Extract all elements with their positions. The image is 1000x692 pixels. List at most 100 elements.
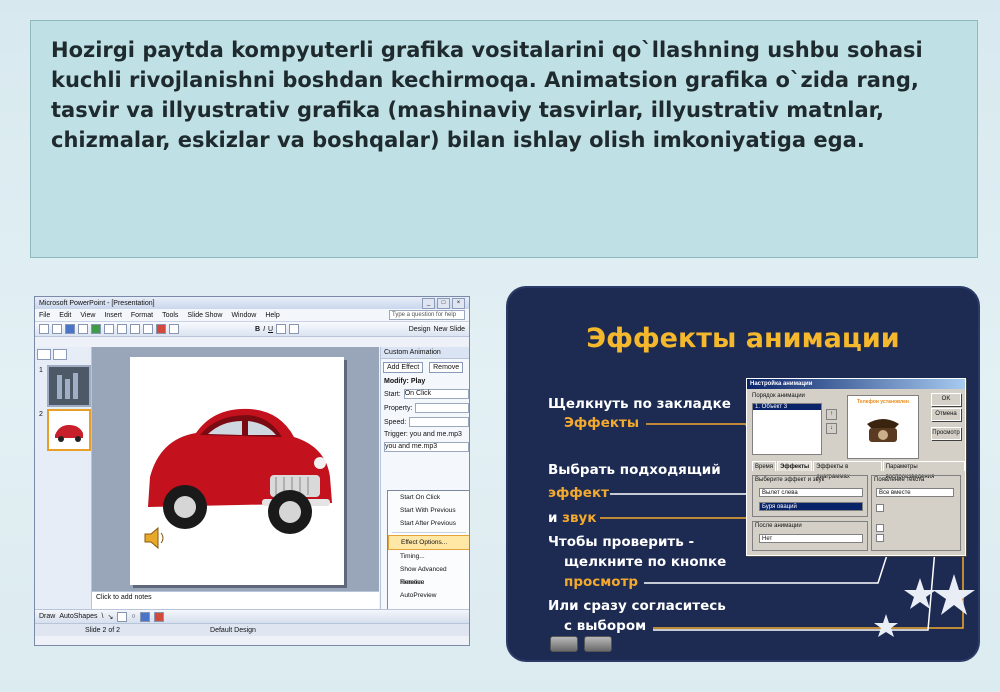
maximize-icon[interactable]: □ xyxy=(437,297,450,309)
text-box: Hozirgi paytda kompyuterli grafika vosit… xyxy=(30,20,978,258)
main-paragraph: Hozirgi paytda kompyuterli grafika vosit… xyxy=(51,38,923,152)
design-button[interactable]: Design xyxy=(409,326,431,333)
start-select[interactable]: On Click xyxy=(403,389,469,399)
tab-chart-effects[interactable]: Эффекты в диаграммах xyxy=(813,461,882,480)
draw-menu[interactable]: Draw xyxy=(39,613,55,620)
add-effect-button[interactable]: Add Effect xyxy=(383,362,424,373)
effect-group-label: Выберите эффект и звук xyxy=(755,477,825,483)
next-slide-button[interactable] xyxy=(584,636,612,652)
align-icon[interactable] xyxy=(276,324,287,334)
menu-item-start-on-click[interactable]: Start On Click xyxy=(388,491,469,504)
ok-button[interactable]: OK xyxy=(931,393,961,406)
animation-order-list[interactable]: 1. Объект 3 xyxy=(752,403,822,455)
menu-item-effect-options[interactable]: Effect Options... xyxy=(388,535,469,550)
save-icon[interactable] xyxy=(65,324,75,334)
menu-insert[interactable]: Insert xyxy=(104,312,122,319)
list-item[interactable]: 1. Объект 3 xyxy=(753,404,821,410)
text-select[interactable]: Все вместе xyxy=(876,488,954,497)
underline-icon[interactable]: U xyxy=(268,326,273,333)
cut-icon[interactable] xyxy=(104,324,114,334)
move-up-icon[interactable]: ↑ xyxy=(826,409,837,420)
telephone-icon xyxy=(867,419,899,442)
spelling-icon[interactable] xyxy=(91,324,101,334)
text-checkbox[interactable] xyxy=(876,504,884,512)
standard-toolbar: B I U Design New Slide xyxy=(35,322,469,337)
font-color-icon[interactable] xyxy=(153,611,164,622)
window-title: Microsoft PowerPoint - [Presentation] xyxy=(39,299,155,307)
task-pane-title: Custom Animation xyxy=(381,347,469,359)
tab-time[interactable]: Время xyxy=(752,461,777,471)
animation-item[interactable]: you and me.mp3 xyxy=(384,442,469,452)
stars-decoration xyxy=(874,574,975,637)
tab-slides[interactable] xyxy=(53,349,67,360)
menu-view[interactable]: View xyxy=(80,312,95,319)
powerpoint-screenshot: Microsoft PowerPoint - [Presentation] _ … xyxy=(34,296,470,646)
menu-format[interactable]: Format xyxy=(131,312,153,319)
cancel-button[interactable]: Отмена xyxy=(931,408,961,421)
copy-icon[interactable] xyxy=(117,324,127,334)
notes-pane[interactable]: Click to add notes xyxy=(92,591,379,609)
animation-settings-dialog: Настройка анимации Порядок анимации 1. О… xyxy=(746,378,966,556)
move-down-icon[interactable]: ↓ xyxy=(826,423,837,434)
menu-edit[interactable]: Edit xyxy=(59,312,71,319)
print-icon[interactable] xyxy=(78,324,88,334)
property-label: Property: xyxy=(384,404,413,412)
current-slide[interactable] xyxy=(130,357,344,585)
help-search-input[interactable]: Type a question for help xyxy=(389,310,465,320)
preview-box: Телефон установлен xyxy=(847,395,919,459)
tab-playback[interactable]: Параметры воспроизведения xyxy=(882,461,965,480)
bullets-icon[interactable] xyxy=(289,324,300,334)
table-icon[interactable] xyxy=(169,324,179,334)
menu-separator xyxy=(392,532,466,533)
remove-button[interactable]: Remove xyxy=(429,362,464,373)
slide-number: 1 xyxy=(39,367,43,374)
rectangle-icon[interactable] xyxy=(117,611,128,622)
new-icon[interactable] xyxy=(39,324,49,334)
text-group: Появление текста Все вместе xyxy=(871,475,961,551)
chart-icon[interactable] xyxy=(156,324,166,334)
italic-icon[interactable]: I xyxy=(263,326,265,333)
menu-slideshow[interactable]: Slide Show xyxy=(187,312,222,319)
close-icon[interactable]: × xyxy=(452,297,465,309)
menu-item-timing[interactable]: Timing... xyxy=(388,550,469,563)
preview-button[interactable]: Просмотр xyxy=(931,427,961,440)
text-group-label: Появление текста xyxy=(874,477,925,483)
tab-outline[interactable] xyxy=(37,349,51,360)
tab-effects[interactable]: Эффекты xyxy=(777,461,813,471)
menu-tools[interactable]: Tools xyxy=(162,312,178,319)
slide-thumbnail-1[interactable] xyxy=(47,365,91,407)
menu-window[interactable]: Window xyxy=(231,312,256,319)
fill-color-icon[interactable] xyxy=(139,611,150,622)
slide-thumbnail-2[interactable] xyxy=(47,409,91,451)
prev-slide-button[interactable] xyxy=(550,636,578,652)
slide-editing-area xyxy=(92,347,379,591)
start-label: Start: xyxy=(384,390,401,398)
menu-item-remove[interactable]: Remove xyxy=(388,576,469,589)
menu-item-advanced-timeline[interactable]: Show Advanced Timeline xyxy=(388,563,469,586)
new-slide-button[interactable]: New Slide xyxy=(433,326,465,333)
sound-select[interactable]: Буря оваций xyxy=(759,502,863,511)
modify-label: Modify: Play xyxy=(384,378,426,385)
speed-select[interactable] xyxy=(409,417,469,427)
autoshapes-menu[interactable]: AutoShapes xyxy=(59,613,97,620)
paste-icon[interactable] xyxy=(130,324,140,334)
menu-item-start-after-previous[interactable]: Start After Previous xyxy=(388,517,469,530)
menu-file[interactable]: File xyxy=(39,312,50,319)
minimize-icon[interactable]: _ xyxy=(422,297,435,309)
open-icon[interactable] xyxy=(52,324,62,334)
after-select[interactable]: Нет xyxy=(759,534,863,543)
menu-item-start-with-previous[interactable]: Start With Previous xyxy=(388,504,469,517)
status-slide-count: Slide 2 of 2 xyxy=(85,626,121,634)
text-checkbox[interactable] xyxy=(876,534,884,542)
bold-icon[interactable]: B xyxy=(255,326,260,333)
oval-icon[interactable]: ○ xyxy=(131,613,135,620)
line-icon[interactable]: \ xyxy=(102,613,104,620)
effect-select[interactable]: Вылет слева xyxy=(759,488,863,497)
text-checkbox[interactable] xyxy=(876,524,884,532)
speaker-icon[interactable] xyxy=(142,525,170,551)
undo-icon[interactable] xyxy=(143,324,153,334)
arrow-icon[interactable]: ↘ xyxy=(107,613,113,621)
property-select[interactable] xyxy=(415,403,469,413)
menu-help[interactable]: Help xyxy=(265,312,279,319)
autopreview-checkbox[interactable]: AutoPreview xyxy=(388,589,469,602)
